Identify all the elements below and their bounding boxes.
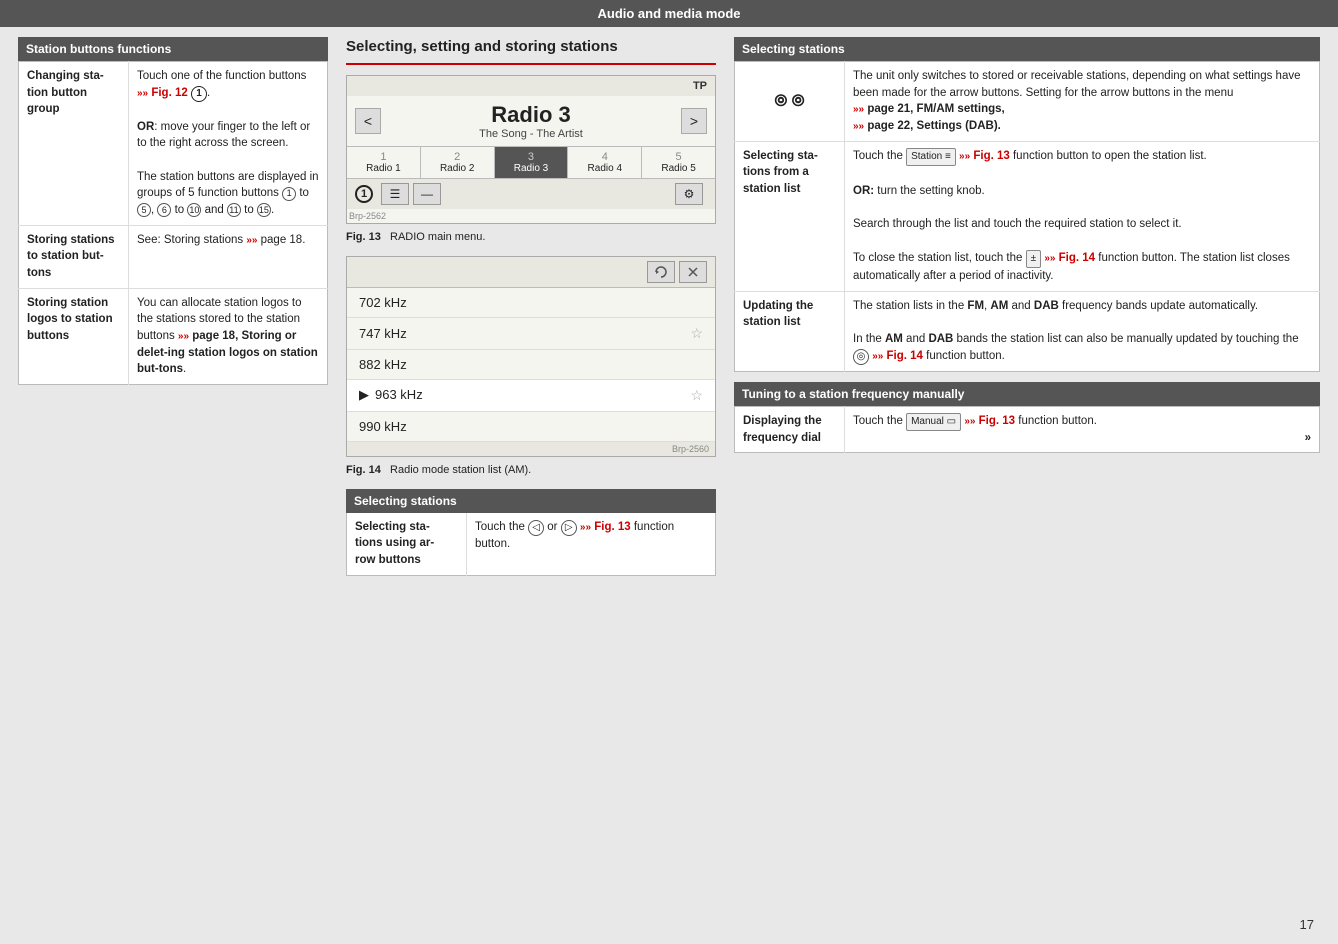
mid-section-title: Selecting, setting and storing stations [346,37,716,65]
selecting-stations-right-header: Selecting stations [734,37,1320,61]
table-row: Storing stationlogos to stationbuttons Y… [19,288,328,384]
preset-btn-1[interactable]: 1 Radio 1 [347,147,421,178]
station-list-button[interactable]: ☰ [381,183,409,205]
right-selecting-table: ⦾ ⦾ The unit only switches to stored or … [734,61,1320,372]
fig13-caption: Fig. 13 RADIO main menu. [346,228,716,246]
brp-label: Brp-2560 [347,442,715,456]
row-label: Storing stationlogos to stationbuttons [19,288,129,384]
right-column: Selecting stations ⦾ ⦾ The unit only swi… [734,37,1320,576]
middle-column: Selecting, setting and storing stations … [346,37,716,576]
station-list-row[interactable]: 747 kHz ☆ [347,318,715,350]
station-list-row-playing[interactable]: ▶963 kHz ☆ [347,380,715,412]
row-content: Touch the Station ≡ »» Fig. 13 function … [845,141,1320,291]
favorite-star[interactable]: ☆ [690,387,703,404]
freq-label: 990 kHz [359,419,407,434]
radio-display: TP < Radio 3 The Song - The Artist > 1 R… [346,75,716,224]
table-row: Selecting sta-tions from astation list T… [735,141,1320,291]
preset-btn-3[interactable]: 3 Radio 3 [495,147,569,178]
table-row: Updating thestation list The station lis… [735,291,1320,371]
exit-list-button[interactable] [679,261,707,283]
freq-label: 747 kHz [359,326,407,341]
selecting-stations-table: Selecting sta-tions using ar-row buttons… [346,513,716,576]
left-column: Station buttons functions Changing sta-t… [18,37,328,576]
row-label: Displaying thefrequency dial [735,406,845,452]
station-list-display: 702 kHz 747 kHz ☆ 882 kHz ▶963 kHz ☆ [346,256,716,457]
radio-top-bar: TP [347,76,715,96]
tp-label: TP [693,80,707,92]
row-label: Selecting sta-tions from astation list [735,141,845,291]
next-station-button[interactable]: > [681,108,707,134]
page-number: 17 [1300,917,1314,932]
row-content: Touch the Manual ▭ »» Fig. 13 function b… [845,406,1290,452]
row-content: See: Storing stations »» page 18. [129,225,328,288]
song-info: The Song - The Artist [381,128,681,140]
row-content: The unit only switches to stored or rece… [845,62,1320,142]
prev-station-button[interactable]: < [355,108,381,134]
row-label: Changing sta-tion buttongroup [19,62,129,226]
tuning-header: Tuning to a station frequency manually [734,382,1320,406]
table-row: Selecting sta-tions using ar-row buttons… [347,513,716,576]
freq-label: 882 kHz [359,357,407,372]
station-list-row[interactable]: 990 kHz [347,412,715,442]
row-content: Touch one of the function buttons »» Fig… [129,62,328,226]
preset-btn-4[interactable]: 4 Radio 4 [568,147,642,178]
table-row: ⦾ ⦾ The unit only switches to stored or … [735,62,1320,142]
station-buttons-table: Changing sta-tion buttongroup Touch one … [18,61,328,385]
table-row: Changing sta-tion buttongroup Touch one … [19,62,328,226]
row-content: You can allocate station logos to the st… [129,288,328,384]
row-label: Updating thestation list [735,291,845,371]
radio-bottom-bar: 1 ☰ — ⚙ [347,178,715,209]
brp-label: Brp-2562 [347,209,715,223]
tuning-table: Displaying thefrequency dial Touch the M… [734,406,1320,453]
table-row: Displaying thefrequency dial Touch the M… [735,406,1320,452]
sl-top-bar [347,257,715,288]
station-list-row[interactable]: 702 kHz [347,288,715,318]
freq-label: 702 kHz [359,295,407,310]
refresh-icon-button[interactable] [647,261,675,283]
row-label: Storing stationsto station but-tons [19,225,129,288]
radio-center: Radio 3 The Song - The Artist [381,102,681,140]
row-content: Touch the ◁ or ▷ »» Fig. 13 function but… [467,513,716,576]
row-label: Selecting sta-tions using ar-row buttons [347,513,467,576]
preset-btn-5[interactable]: 5 Radio 5 [642,147,715,178]
header-title: Audio and media mode [597,6,740,21]
station-name: Radio 3 [381,102,681,128]
row-content: The station lists in the FM, AM and DAB … [845,291,1320,371]
table-row: Storing stationsto station but-tons See:… [19,225,328,288]
preset-buttons: 1 Radio 1 2 Radio 2 3 Radio 3 4 Radio 4 [347,146,715,178]
settings-button[interactable]: ⚙ [675,183,703,205]
page-header: Audio and media mode [0,0,1338,27]
row-icon: ⦾ ⦾ [735,62,845,142]
radio-main-area: < Radio 3 The Song - The Artist > [347,96,715,146]
manual-button[interactable]: — [413,183,441,205]
favorite-star[interactable]: ☆ [690,325,703,342]
selecting-stations-header: Selecting stations [346,489,716,513]
station-buttons-header: Station buttons functions [18,37,328,61]
station-list-row[interactable]: 882 kHz [347,350,715,380]
mode-indicator: 1 [355,185,373,203]
preset-btn-2[interactable]: 2 Radio 2 [421,147,495,178]
freq-label: ▶963 kHz [359,387,423,403]
next-arrow: » [1290,406,1320,452]
tuning-section: Tuning to a station frequency manually D… [734,382,1320,453]
fig14-caption: Fig. 14 Radio mode station list (AM). [346,461,716,479]
